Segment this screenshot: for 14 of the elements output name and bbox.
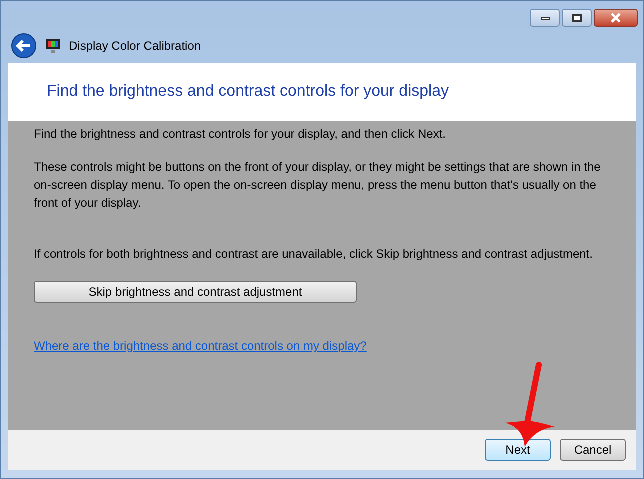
monitor-icon (45, 38, 61, 54)
dialog-button[interactable]: Next (485, 439, 551, 461)
minimize-button[interactable] (530, 9, 560, 27)
dialog-button[interactable]: Cancel (560, 439, 626, 461)
paragraph: Find the brightness and contrast controls for your display, and then click Next. (34, 126, 447, 143)
skip-button[interactable]: Skip brightness and contrast adjustment (34, 281, 357, 303)
back-icon[interactable] (11, 33, 37, 59)
close-button[interactable] (594, 9, 638, 27)
paragraph: If controls for both brightness and contrast are unavailable, click Skip brightness and contrast adjustment. (34, 246, 594, 263)
close-icon (610, 13, 622, 23)
page-heading: Find the brightness and contrast controls for your display (47, 82, 449, 102)
paragraph: These controls might be buttons on the front of your display, or they might be settings that are shown in the on-screen display menu. To open the on-screen display menu, press the menu button that's usually on the front of your display. (34, 159, 602, 212)
maximize-button[interactable] (562, 9, 592, 27)
window-title: Display Color Calibration (69, 38, 202, 55)
